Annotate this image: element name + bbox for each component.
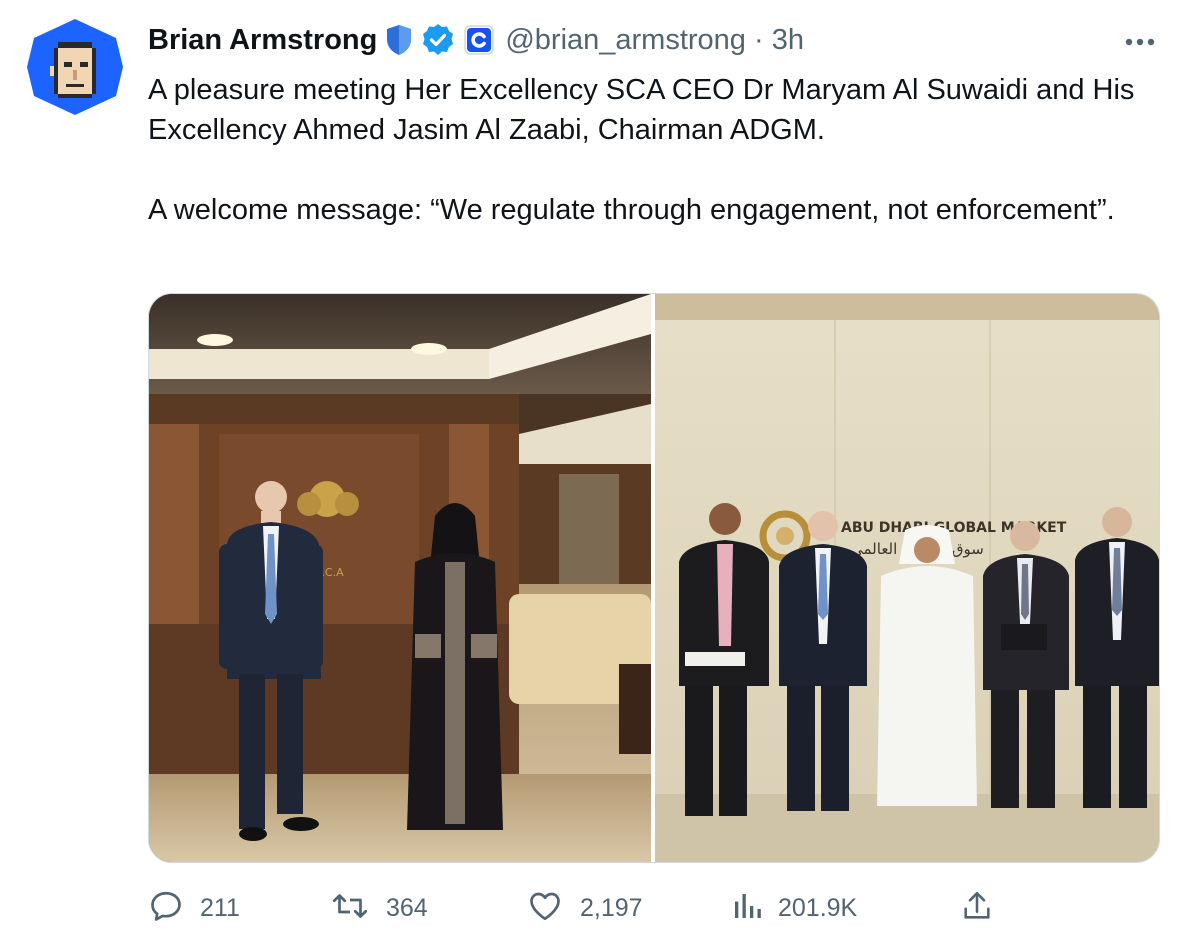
coinbase-affiliate-icon[interactable]: [463, 23, 495, 57]
shield-badge-icon: [385, 23, 413, 57]
heart-icon: [526, 888, 564, 929]
retweet-button[interactable]: 364: [330, 884, 428, 932]
separator-dot: ·: [754, 23, 764, 56]
avatar-image: [27, 19, 123, 115]
views-count: 201.9K: [778, 893, 858, 922]
like-count: 2,197: [580, 893, 643, 922]
avatar[interactable]: [26, 18, 124, 116]
media-container: S.C.A ABU DHABI GLOBAL MARKET سوق العالم…: [148, 293, 1160, 863]
photo-divider: [651, 294, 655, 862]
photo-left[interactable]: S.C.A: [149, 294, 651, 862]
handle-and-time: @brian_armstrong · 3h: [505, 24, 804, 57]
retweet-count: 364: [386, 893, 428, 922]
tweet-text: A pleasure meeting Her Excellency SCA CE…: [148, 70, 1158, 230]
author-handle[interactable]: @brian_armstrong: [505, 24, 746, 56]
share-button[interactable]: [960, 884, 994, 932]
reply-icon: [148, 888, 184, 929]
reply-button[interactable]: 211: [148, 884, 240, 932]
photo-right[interactable]: ABU DHABI GLOBAL MARKET سوق أبوظبي العال…: [655, 294, 1159, 862]
more-icon[interactable]: [1120, 22, 1160, 58]
views-button[interactable]: 201.9K: [732, 884, 857, 932]
tweet-paragraph: A welcome message: “We regulate through …: [148, 194, 1115, 226]
views-icon: [732, 888, 762, 929]
like-button[interactable]: 2,197: [526, 884, 643, 932]
tweet-paragraph: A pleasure meeting Her Excellency SCA CE…: [148, 74, 1135, 146]
action-bar: 211 364 2,197 201.9K: [148, 884, 1158, 932]
retweet-icon: [330, 888, 370, 929]
tweet-header: Brian Armstrong @brian_armstrong · 3h: [148, 20, 804, 60]
reply-count: 211: [200, 893, 240, 922]
author-name[interactable]: Brian Armstrong: [148, 24, 377, 57]
share-icon: [960, 888, 994, 929]
verified-badge-icon[interactable]: [421, 23, 455, 57]
post-time[interactable]: 3h: [772, 24, 804, 56]
